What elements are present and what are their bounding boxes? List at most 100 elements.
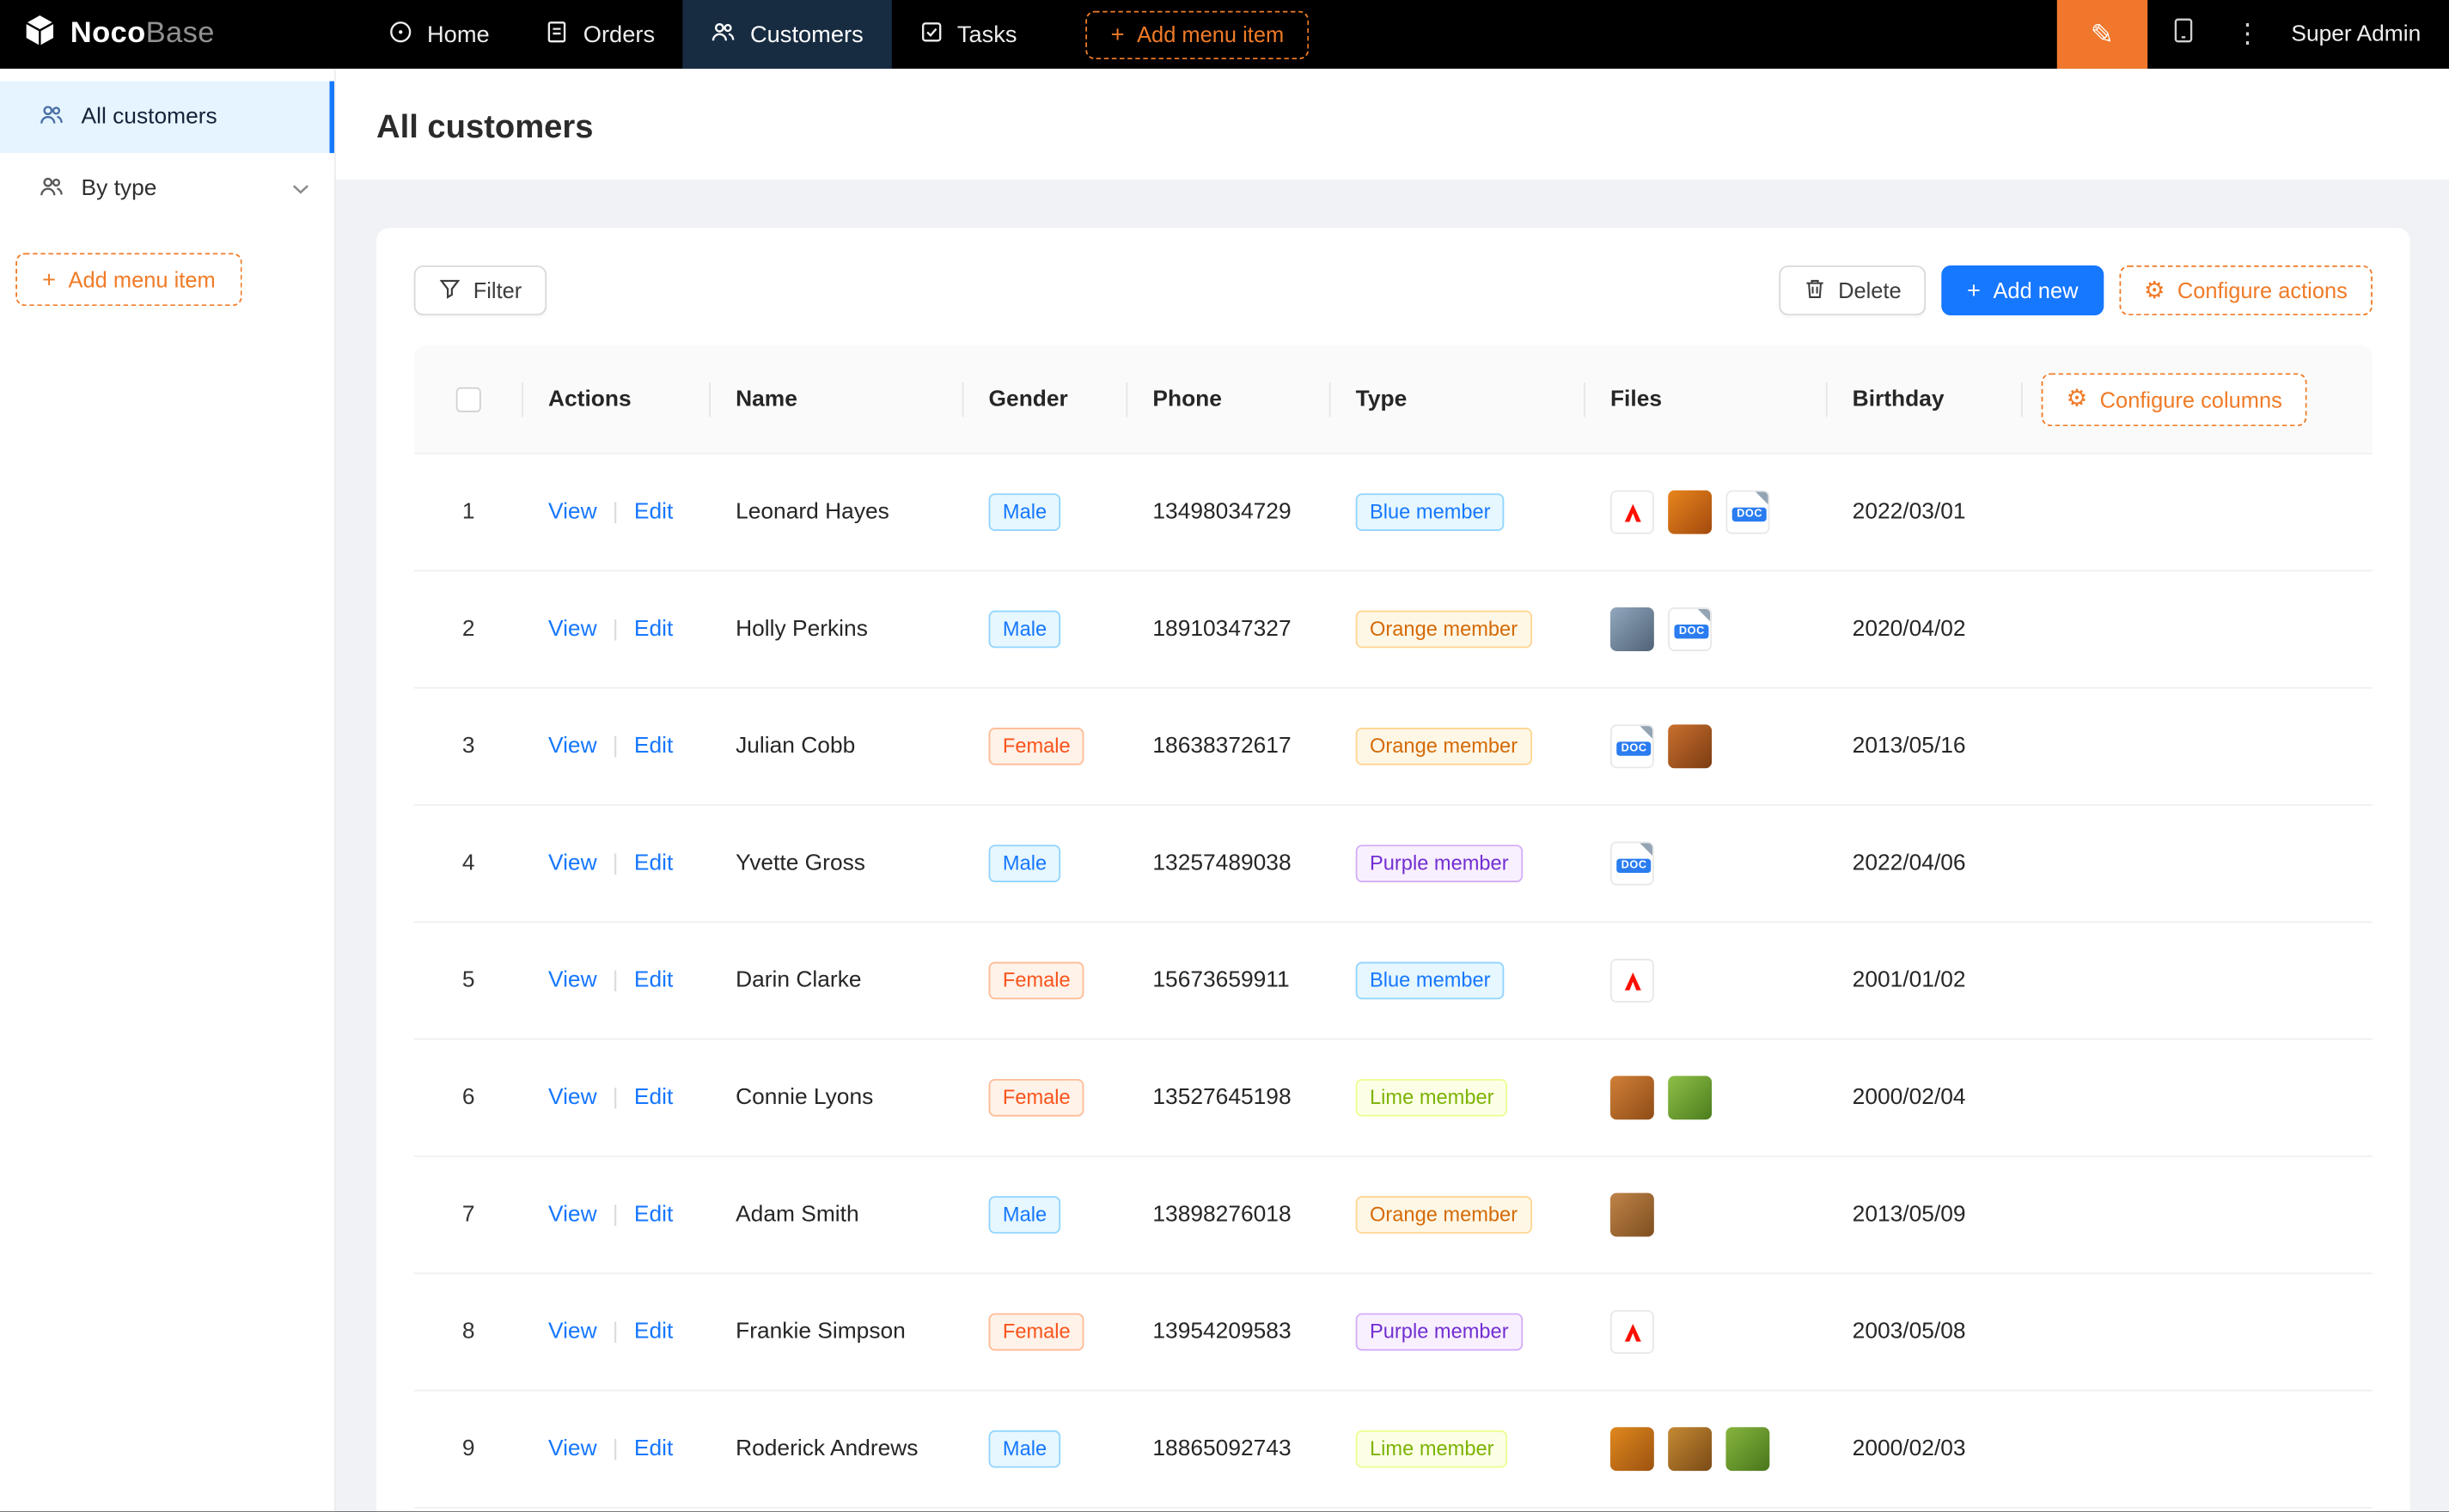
delete-label: Delete (1838, 278, 1902, 303)
image-thumbnail[interactable] (1668, 1076, 1712, 1119)
image-thumbnail[interactable] (1668, 491, 1712, 534)
more-menu-button[interactable]: ⋮ (2220, 0, 2275, 69)
row-number: 9 (462, 1436, 475, 1461)
birthday-cell: 2000/02/03 (1828, 1436, 2023, 1461)
customers-table: Actions Name Gender Phone Type Files Bir… (414, 345, 2373, 1509)
filter-button[interactable]: Filter (414, 265, 547, 315)
view-link[interactable]: View (548, 968, 597, 993)
birthday-cell: 2000/02/04 (1828, 1085, 2023, 1110)
nav-item-home[interactable]: Home (362, 0, 518, 69)
nav-item-customers[interactable]: Customers (683, 0, 892, 69)
column-header-name: Name (711, 345, 963, 453)
add-new-button[interactable]: + Add new (1942, 265, 2104, 315)
image-thumbnail[interactable] (1668, 1427, 1712, 1471)
link-separator: | (613, 1436, 619, 1461)
view-link[interactable]: View (548, 617, 597, 642)
user-menu[interactable]: Super Admin (2275, 21, 2449, 46)
add-menu-item-label: Add menu item (69, 267, 216, 292)
image-thumbnail[interactable] (1610, 1193, 1654, 1237)
doc-file-icon[interactable]: DOC (1725, 491, 1769, 534)
pdf-file-icon[interactable] (1610, 491, 1654, 534)
users-icon (39, 102, 64, 132)
phone-cell: 13954209583 (1127, 1320, 1330, 1344)
gear-icon: ⚙ (2067, 387, 2087, 411)
type-tag: Purple member (1356, 1314, 1523, 1351)
edit-link[interactable]: Edit (634, 500, 673, 525)
edit-link[interactable]: Edit (634, 734, 673, 759)
edit-link[interactable]: Edit (634, 1085, 673, 1110)
row-number: 6 (462, 1085, 475, 1110)
ui-editor-toggle-button[interactable]: ✎ (2057, 0, 2147, 69)
column-header-phone: Phone (1127, 345, 1330, 453)
sidebar-add-menu-item-button[interactable]: + Add menu item (15, 253, 241, 306)
configure-actions-button[interactable]: ⚙ Configure actions (2119, 265, 2373, 315)
name-cell: Leonard Hayes (711, 500, 963, 525)
plus-icon: + (1111, 22, 1125, 46)
sidebar-item-all-customers[interactable]: All customers (0, 82, 334, 154)
edit-link[interactable]: Edit (634, 617, 673, 642)
active-indicator (330, 82, 334, 154)
edit-link[interactable]: Edit (634, 1203, 673, 1228)
view-link[interactable]: View (548, 1085, 597, 1110)
delete-button[interactable]: Delete (1779, 265, 1927, 315)
pdf-file-icon[interactable] (1610, 1310, 1654, 1354)
table-row: 1 View | Edit Leonard Hayes Male 1349803… (414, 454, 2373, 571)
view-link[interactable]: View (548, 1436, 597, 1461)
doc-file-icon[interactable]: DOC (1668, 607, 1712, 651)
main-content: All customers Filter (336, 69, 2449, 1511)
birthday-cell: 2020/04/02 (1828, 617, 2023, 642)
view-link[interactable]: View (548, 851, 597, 876)
plus-icon: + (42, 268, 56, 291)
trash-icon (1804, 277, 1825, 304)
nav-item-orders[interactable]: Orders (517, 0, 682, 69)
configure-actions-label: Configure actions (2177, 278, 2348, 303)
image-thumbnail[interactable] (1725, 1427, 1769, 1471)
image-thumbnail[interactable] (1610, 1076, 1654, 1119)
nav-item-tasks[interactable]: Tasks (892, 0, 1046, 69)
nav-label: Orders (583, 21, 655, 48)
edit-link[interactable]: Edit (634, 1436, 673, 1461)
column-header-gender: Gender (963, 345, 1127, 453)
doc-file-icon[interactable]: DOC (1610, 724, 1654, 768)
pdf-file-icon[interactable] (1610, 959, 1654, 1003)
app-viewport: NocoBase Home Orders (0, 0, 2449, 1511)
birthday-cell: 2013/05/09 (1828, 1203, 2023, 1228)
edit-link[interactable]: Edit (634, 1320, 673, 1344)
view-link[interactable]: View (548, 734, 597, 759)
sidebar: All customers By type + (0, 69, 336, 1511)
view-link[interactable]: View (548, 1320, 597, 1344)
edit-link[interactable]: Edit (634, 968, 673, 993)
mobile-panel-button[interactable] (2147, 0, 2220, 69)
add-menu-item-button[interactable]: + Add menu item (1086, 10, 1310, 58)
document-icon (546, 20, 569, 50)
select-all-checkbox[interactable] (456, 387, 481, 412)
gender-tag: Male (989, 611, 1061, 649)
configure-columns-button[interactable]: ⚙ Configure columns (2042, 372, 2307, 425)
view-link[interactable]: View (548, 1203, 597, 1228)
nocobase-logo[interactable]: NocoBase (0, 13, 240, 57)
files-cell (1585, 1193, 1828, 1237)
gender-tag: Male (989, 844, 1061, 882)
topbar-right: ✎ ⋮ Super Admin (2057, 0, 2449, 69)
sidebar-item-label: All customers (82, 105, 217, 130)
add-new-label: Add new (1993, 278, 2078, 303)
table-header: Actions Name Gender Phone Type Files Bir… (414, 345, 2373, 454)
table-row: 4 View | Edit Yvette Gross Male 13257489… (414, 806, 2373, 923)
image-thumbnail[interactable] (1610, 1427, 1654, 1471)
sidebar-item-by-type[interactable]: By type (0, 153, 334, 225)
type-tag: Blue member (1356, 493, 1505, 531)
image-thumbnail[interactable] (1668, 724, 1712, 768)
image-thumbnail[interactable] (1610, 607, 1654, 651)
edit-link[interactable]: Edit (634, 851, 673, 876)
chevron-down-icon (292, 184, 309, 195)
table-row: 2 View | Edit Holly Perkins Male 1891034… (414, 571, 2373, 688)
tablet-icon (2171, 17, 2196, 52)
gender-tag: Male (989, 493, 1061, 531)
name-cell: Darin Clarke (711, 968, 963, 993)
link-separator: | (613, 851, 619, 876)
view-link[interactable]: View (548, 500, 597, 525)
doc-file-icon[interactable]: DOC (1610, 842, 1654, 886)
gender-tag: Male (989, 1196, 1061, 1234)
top-nav: Home Orders Customers (362, 0, 1046, 69)
birthday-cell: 2022/03/01 (1828, 500, 2023, 525)
